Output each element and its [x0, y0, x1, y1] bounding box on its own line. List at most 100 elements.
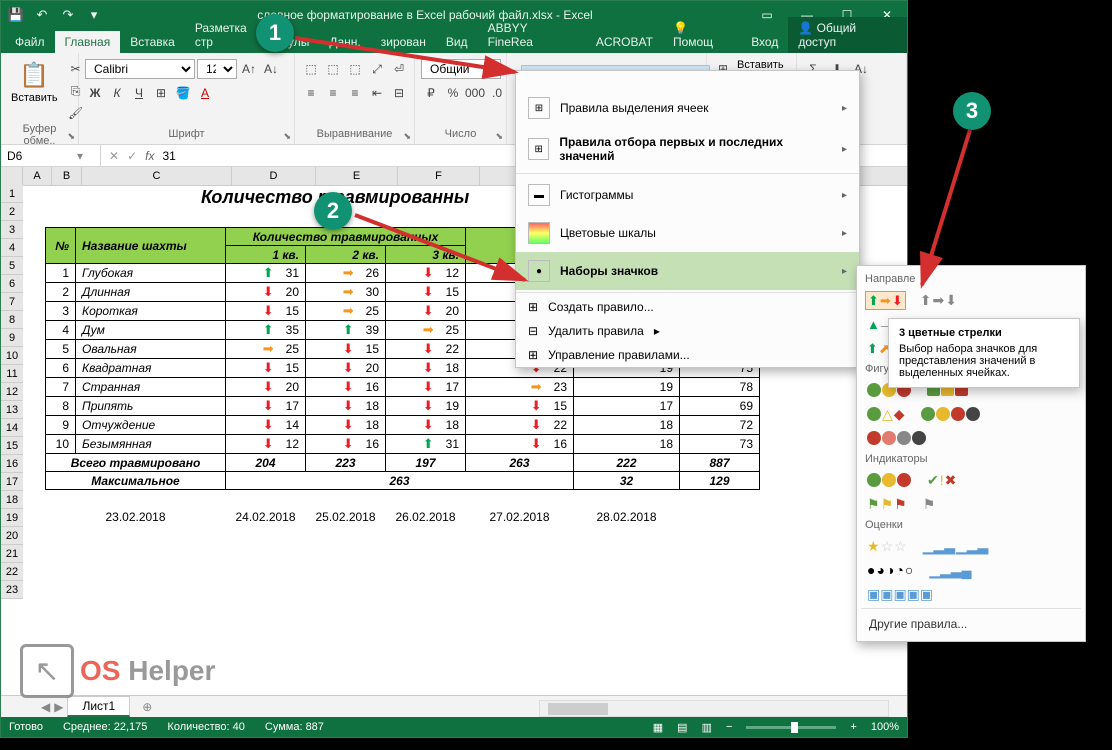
qat-dropdown-icon[interactable]: ▾ [85, 6, 103, 24]
wrap-text-icon[interactable]: ⏎ [389, 59, 409, 79]
iconset-4-bars[interactable]: ▁▂▃ ▁▂▃ [921, 537, 991, 555]
iconset-5-bars[interactable]: ▁▂▃▄ [927, 561, 973, 579]
row-header[interactable]: 5 [1, 257, 23, 275]
percent-icon[interactable]: % [443, 83, 463, 103]
indent-decrease-icon[interactable]: ⇤ [367, 83, 387, 103]
column-header[interactable]: F [398, 167, 480, 185]
row-header[interactable]: 16 [1, 455, 23, 473]
align-top-icon[interactable]: ⬚ [301, 59, 321, 79]
font-size-select[interactable]: 12 [197, 59, 237, 79]
iconset-4-traffic[interactable] [919, 405, 982, 423]
number-format-select[interactable]: Общий [421, 59, 501, 79]
column-header[interactable]: A [23, 167, 52, 185]
column-header[interactable]: B [52, 167, 82, 185]
fill-color-icon[interactable]: 🪣 [173, 83, 193, 103]
iconset-3-arrows-gray[interactable]: ⬆➡⬇ [918, 291, 959, 310]
icon-sets-other-rules[interactable]: Другие правила... [861, 611, 1081, 637]
merge-icon[interactable]: ⊟ [389, 83, 409, 103]
fx-icon[interactable]: fx [145, 149, 154, 163]
tab-review[interactable]: зирован [371, 31, 436, 53]
tab-signin[interactable]: Вход [741, 31, 788, 53]
row-header[interactable]: 18 [1, 491, 23, 509]
view-layout-icon[interactable]: ▤ [677, 721, 687, 734]
confirm-formula-icon[interactable]: ✓ [127, 149, 137, 163]
clipboard-launcher-icon[interactable]: ⬊ [67, 131, 75, 142]
sheet-tab-active[interactable]: Лист1 [67, 696, 130, 717]
cf-color-scales[interactable]: Цветовые шкалы ▸ [516, 214, 859, 252]
zoom-slider[interactable] [746, 726, 836, 729]
row-header[interactable]: 17 [1, 473, 23, 491]
iconset-3-symbols-circled[interactable] [865, 471, 913, 489]
tab-abbyy[interactable]: ABBYY FineRea [478, 17, 586, 53]
tab-help[interactable]: 💡 Помощ [663, 17, 741, 53]
tab-acrobat[interactable]: ACROBAT [586, 31, 663, 53]
font-launcher-icon[interactable]: ⬊ [283, 131, 291, 142]
align-center-icon[interactable]: ≡ [323, 83, 343, 103]
align-launcher-icon[interactable]: ⬊ [403, 131, 411, 142]
decrease-font-icon[interactable]: A↓ [261, 59, 281, 79]
row-header[interactable]: 1 [1, 185, 23, 203]
view-normal-icon[interactable]: ▦ [653, 721, 663, 734]
tab-file[interactable]: Файл [5, 31, 55, 53]
row-header[interactable]: 7 [1, 293, 23, 311]
row-header[interactable]: 10 [1, 347, 23, 365]
tab-data[interactable]: Данн. [319, 31, 370, 53]
cf-highlight-cells[interactable]: ⊞ Правила выделения ячеек ▸ [516, 89, 859, 127]
column-header[interactable]: E [316, 167, 398, 185]
align-bottom-icon[interactable]: ⬚ [345, 59, 365, 79]
align-left-icon[interactable]: ≡ [301, 83, 321, 103]
select-all-corner[interactable] [1, 167, 23, 185]
align-right-icon[interactable]: ≡ [345, 83, 365, 103]
formula-input[interactable]: 31 [162, 149, 175, 163]
row-header[interactable]: 12 [1, 383, 23, 401]
iconset-5-boxes[interactable]: ▣▣▣▣▣ [865, 585, 935, 603]
iconset-3-stars[interactable]: ★☆☆ [865, 537, 909, 555]
row-header[interactable]: 6 [1, 275, 23, 293]
redo-icon[interactable]: ↷ [59, 6, 77, 24]
row-header[interactable]: 8 [1, 311, 23, 329]
currency-icon[interactable]: ₽ [421, 83, 441, 103]
iconset-flag-outline[interactable]: ⚑ [921, 495, 938, 513]
column-header[interactable]: C [82, 167, 232, 185]
undo-icon[interactable]: ↶ [33, 6, 51, 24]
align-middle-icon[interactable]: ⬚ [323, 59, 343, 79]
zoom-level[interactable]: 100% [871, 721, 899, 733]
row-header[interactable]: 22 [1, 563, 23, 581]
iconset-3-arrows-colored[interactable]: ⬆➡⬇ [865, 291, 906, 310]
save-icon[interactable]: 💾 [7, 6, 25, 24]
row-header[interactable]: 19 [1, 509, 23, 527]
cancel-formula-icon[interactable]: ✕ [109, 149, 119, 163]
row-header[interactable]: 20 [1, 527, 23, 545]
tab-view[interactable]: Вид [436, 31, 478, 53]
comma-icon[interactable]: 000 [465, 83, 485, 103]
increase-font-icon[interactable]: A↑ [239, 59, 259, 79]
view-break-icon[interactable]: ▥ [702, 721, 712, 734]
cf-icon-sets[interactable]: ● Наборы значков ▸ [516, 252, 859, 290]
ribbon-options-icon[interactable]: ▭ [747, 1, 787, 29]
tab-share[interactable]: 👤 Общий доступ [788, 17, 907, 53]
add-sheet-icon[interactable]: ⊕ [134, 700, 160, 714]
cf-manage-rules[interactable]: ⊞ Управление правилами... [516, 343, 859, 367]
iconset-3-symbols[interactable]: ✔!✖ [925, 471, 958, 489]
cf-clear-rules[interactable]: ⊟ Удалить правила ▸ [516, 319, 859, 343]
orientation-icon[interactable]: ⤢ [367, 59, 387, 79]
zoom-out-icon[interactable]: − [726, 721, 732, 733]
zoom-in-icon[interactable]: + [850, 721, 856, 733]
column-header[interactable]: D [232, 167, 316, 185]
row-header[interactable]: 21 [1, 545, 23, 563]
row-header[interactable]: 9 [1, 329, 23, 347]
underline-icon[interactable]: Ч [129, 83, 149, 103]
row-header[interactable]: 14 [1, 419, 23, 437]
row-header[interactable]: 4 [1, 239, 23, 257]
tab-home[interactable]: Главная [55, 31, 121, 53]
row-header[interactable]: 11 [1, 365, 23, 383]
borders-icon[interactable]: ⊞ [151, 83, 171, 103]
row-header[interactable]: 13 [1, 401, 23, 419]
row-header[interactable]: 3 [1, 221, 23, 239]
font-name-select[interactable]: Calibri [85, 59, 195, 79]
tab-insert[interactable]: Вставка [120, 31, 185, 53]
name-box-input[interactable] [7, 149, 77, 163]
iconset-5-quarters[interactable]: ●◕◑◔○ [865, 561, 915, 579]
row-header[interactable]: 2 [1, 203, 23, 221]
iconset-red-to-black[interactable] [865, 429, 928, 447]
